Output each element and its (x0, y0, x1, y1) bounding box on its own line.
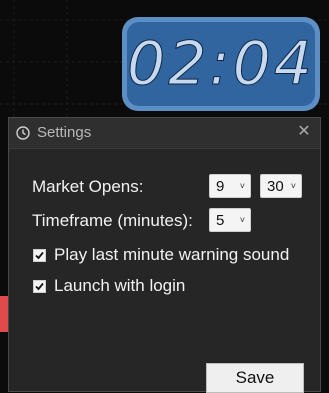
market-open-minute-select[interactable]: 30 ˅ (260, 174, 302, 198)
checkmark-icon (35, 251, 44, 259)
timeframe-select[interactable]: 5 ˅ (209, 208, 251, 232)
clock-icon (16, 126, 30, 140)
dialog-title: Settings (37, 124, 92, 141)
clock-face: 02:04 (127, 22, 315, 106)
warning-sound-option[interactable]: Play last minute warning sound (33, 245, 289, 265)
close-icon: ✕ (297, 123, 311, 140)
market-opens-label: Market Opens: (32, 177, 144, 196)
warning-sound-label: Play last minute warning sound (54, 245, 290, 264)
chevron-down-icon: ˅ (290, 181, 296, 191)
dialog-titlebar[interactable]: Settings ✕ (9, 118, 320, 149)
warning-sound-checkbox[interactable] (33, 248, 46, 262)
chevron-down-icon: ˅ (239, 181, 245, 191)
save-button-label: Save (235, 368, 275, 387)
launch-login-label: Launch with login (54, 276, 186, 295)
countdown-clock: 02:04 (122, 17, 320, 111)
checkmark-icon (35, 282, 44, 290)
chevron-down-icon: ˅ (239, 215, 245, 225)
launch-login-checkbox[interactable] (33, 279, 46, 293)
market-open-hour-value: 9 (216, 177, 225, 195)
market-open-minute-value: 30 (267, 177, 284, 195)
close-button[interactable]: ✕ (296, 124, 312, 140)
chart-red-marker (0, 296, 8, 332)
market-open-hour-select[interactable]: 9 ˅ (209, 174, 251, 198)
timeframe-value: 5 (216, 211, 225, 229)
clock-time: 02:04 (127, 29, 315, 100)
launch-login-option[interactable]: Launch with login (33, 276, 185, 296)
timeframe-label: Timeframe (minutes): (32, 211, 193, 230)
save-button[interactable]: Save (206, 363, 304, 393)
settings-dialog: Settings ✕ Market Opens: 9 ˅ 30 ˅ Timefr… (8, 117, 321, 393)
